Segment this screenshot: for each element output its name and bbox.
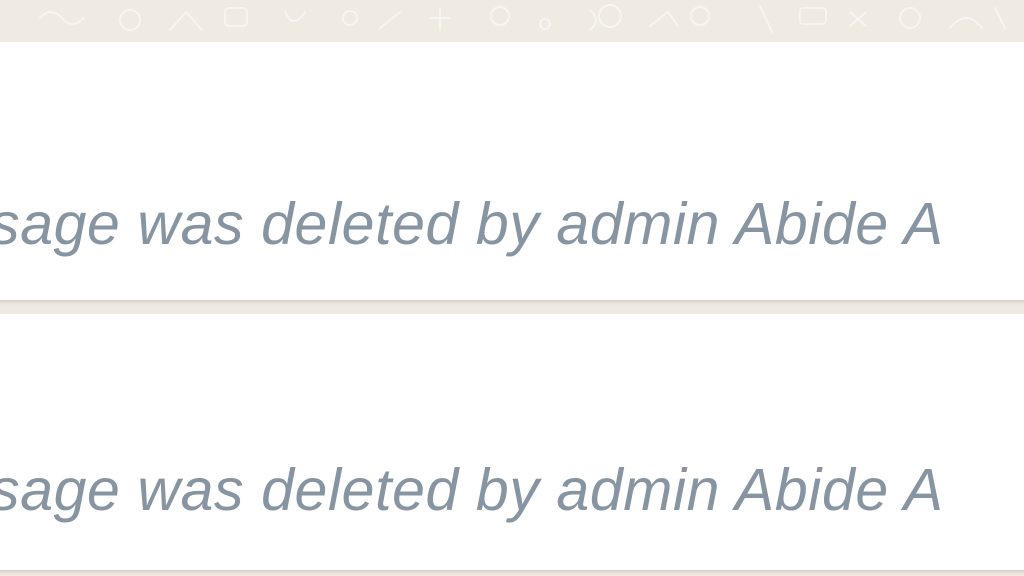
deleted-message-bubble[interactable]: ssage was deleted by admin Abide A (0, 314, 1024, 570)
deleted-message-bubble[interactable]: ssage was deleted by admin Abide A (0, 42, 1024, 300)
deleted-message-text: ssage was deleted by admin Abide A (0, 191, 944, 257)
chat-background: ssage was deleted by admin Abide A ssage… (0, 0, 1024, 576)
deleted-message-text: ssage was deleted by admin Abide A (0, 457, 944, 523)
